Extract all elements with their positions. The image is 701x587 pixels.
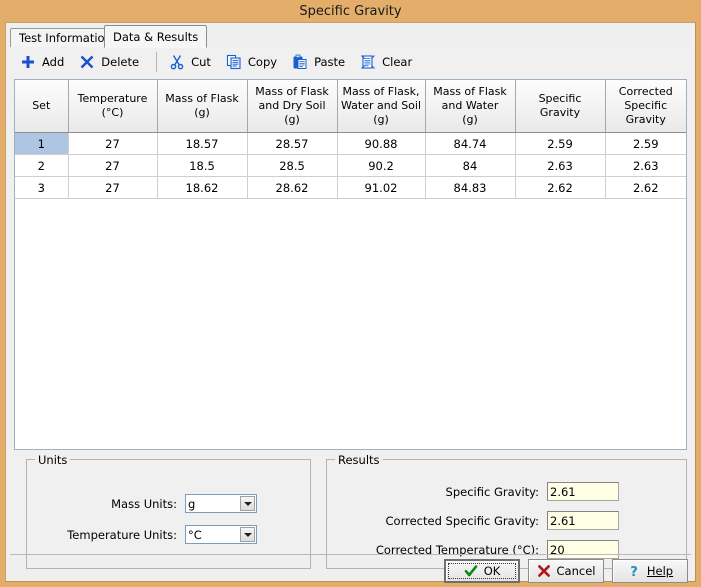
cell-temperature[interactable]: 27 [68, 155, 157, 177]
cell-set[interactable]: 3 [15, 177, 68, 199]
col-header-temperature[interactable]: Temperature(°C) [68, 80, 157, 133]
cell-temperature[interactable]: 27 [68, 133, 157, 155]
cell-mass-of-flask-and-water[interactable]: 84.74 [425, 133, 515, 155]
title-bar: Specific Gravity [0, 0, 701, 22]
result-specific-gravity-label: Specific Gravity: [335, 485, 539, 499]
temperature-units-select[interactable]: °C [185, 525, 257, 544]
help-button-label: Help [647, 564, 673, 578]
result-corrected-specific-gravity-field[interactable] [547, 511, 619, 530]
dialog-client-area: Test Information Data & Results Add [5, 22, 696, 582]
paste-button[interactable]: Paste [288, 50, 353, 74]
col-header-mass-of-flask-and-water[interactable]: Mass of Flaskand Water(g) [425, 80, 515, 133]
scissors-icon [169, 54, 185, 70]
temperature-units-label: Temperature Units: [37, 528, 177, 542]
cancel-button-label: Cancel [557, 564, 596, 578]
window-title: Specific Gravity [299, 4, 401, 19]
focus-ring [448, 563, 516, 579]
tab-page-data-and-results: Add Delete [8, 48, 693, 555]
toolbar: Add Delete [8, 48, 693, 76]
tab-strip: Test Information Data & Results [6, 25, 695, 47]
ok-button[interactable]: OK [444, 559, 520, 583]
result-corrected-specific-gravity-label: Corrected Specific Gravity: [335, 514, 539, 528]
tab-data-and-results[interactable]: Data & Results [104, 25, 207, 48]
cell-mass-of-flask-water-and-soil[interactable]: 90.88 [337, 133, 425, 155]
add-button-label: Add [42, 55, 64, 69]
add-button[interactable]: Add [16, 50, 72, 74]
copy-button[interactable]: Copy [222, 50, 285, 74]
cell-mass-of-flask-and-dry-soil[interactable]: 28.62 [247, 177, 337, 199]
cell-mass-of-flask[interactable]: 18.62 [157, 177, 247, 199]
col-header-corrected-specific-gravity[interactable]: CorrectedSpecific Gravity [605, 80, 686, 133]
clear-button-label: Clear [382, 55, 412, 69]
cell-mass-of-flask[interactable]: 18.57 [157, 133, 247, 155]
results-group-title: Results [335, 453, 383, 467]
table-row[interactable]: 2 27 18.5 28.5 90.2 84 2.63 2.63 [15, 155, 686, 177]
col-header-mass-of-flask[interactable]: Mass of Flask(g) [157, 80, 247, 133]
tab-label: Data & Results [113, 30, 198, 44]
mass-units-select[interactable]: g [185, 494, 257, 513]
cell-temperature[interactable]: 27 [68, 177, 157, 199]
mass-units-row: Mass Units: g [37, 494, 302, 513]
cell-set[interactable]: 2 [15, 155, 68, 177]
svg-text:?: ? [630, 565, 638, 578]
cut-button[interactable]: Cut [165, 50, 219, 74]
clipboard-paste-icon [292, 54, 308, 70]
results-group: Results Specific Gravity: Corrected Spec… [326, 459, 687, 569]
help-button[interactable]: ? Help [612, 559, 688, 583]
plus-icon [20, 54, 36, 70]
x-delete-icon [79, 54, 95, 70]
clear-button[interactable]: Clear [356, 50, 420, 74]
cell-corrected-specific-gravity: 2.63 [605, 155, 686, 177]
col-header-specific-gravity[interactable]: Specific Gravity [515, 80, 605, 133]
question-icon: ? [627, 564, 641, 578]
cut-button-label: Cut [191, 55, 211, 69]
result-specific-gravity-field[interactable] [547, 482, 619, 501]
table-header-row: Set Temperature(°C) Mass of Flask(g) Mas… [15, 80, 686, 133]
cell-set[interactable]: 1 [15, 133, 68, 155]
units-group-title: Units [35, 453, 70, 467]
cell-corrected-specific-gravity: 2.59 [605, 133, 686, 155]
x-red-icon [537, 564, 551, 578]
col-header-mass-of-flask-and-dry-soil[interactable]: Mass of Flaskand Dry Soil(g) [247, 80, 337, 133]
dialog-window: Specific Gravity Test Information Data &… [0, 0, 701, 587]
result-specific-gravity-row: Specific Gravity: [335, 482, 680, 501]
cancel-button[interactable]: Cancel [528, 559, 604, 583]
delete-button[interactable]: Delete [75, 50, 147, 74]
cell-corrected-specific-gravity: 2.62 [605, 177, 686, 199]
temperature-units-combo[interactable]: °C [185, 525, 257, 544]
mass-units-combo[interactable]: g [185, 494, 257, 513]
temperature-units-row: Temperature Units: °C [37, 525, 302, 544]
cell-mass-of-flask-and-dry-soil[interactable]: 28.5 [247, 155, 337, 177]
cell-mass-of-flask[interactable]: 18.5 [157, 155, 247, 177]
cell-mass-of-flask-and-water[interactable]: 84.83 [425, 177, 515, 199]
dialog-button-bar: OK Cancel ? Help [8, 555, 693, 581]
mass-units-label: Mass Units: [37, 497, 177, 511]
clear-icon [360, 54, 376, 70]
result-corrected-specific-gravity-row: Corrected Specific Gravity: [335, 511, 680, 530]
cell-mass-of-flask-and-water[interactable]: 84 [425, 155, 515, 177]
cell-specific-gravity: 2.63 [515, 155, 605, 177]
cell-specific-gravity: 2.59 [515, 133, 605, 155]
col-header-set[interactable]: Set [15, 80, 68, 133]
copy-button-label: Copy [248, 55, 277, 69]
toolbar-separator [156, 52, 157, 72]
cell-mass-of-flask-water-and-soil[interactable]: 90.2 [337, 155, 425, 177]
copy-icon [226, 54, 242, 70]
table-row[interactable]: 1 27 18.57 28.57 90.88 84.74 2.59 2.59 [15, 133, 686, 155]
results-table: Set Temperature(°C) Mass of Flask(g) Mas… [15, 80, 686, 199]
paste-button-label: Paste [314, 55, 345, 69]
cell-mass-of-flask-water-and-soil[interactable]: 91.02 [337, 177, 425, 199]
col-header-mass-of-flask-water-and-soil[interactable]: Mass of Flask,Water and Soil(g) [337, 80, 425, 133]
data-grid[interactable]: Set Temperature(°C) Mass of Flask(g) Mas… [14, 79, 687, 450]
delete-button-label: Delete [101, 55, 139, 69]
table-row[interactable]: 3 27 18.62 28.62 91.02 84.83 2.62 2.62 [15, 177, 686, 199]
units-group: Units Mass Units: g Temperature Units: [26, 459, 311, 569]
tab-label: Test Information [19, 31, 112, 45]
cell-mass-of-flask-and-dry-soil[interactable]: 28.57 [247, 133, 337, 155]
cell-specific-gravity: 2.62 [515, 177, 605, 199]
